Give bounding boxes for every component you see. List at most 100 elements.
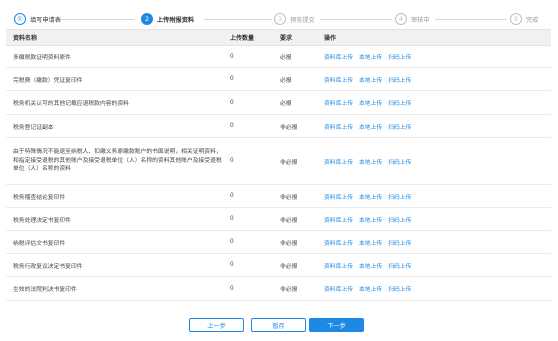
upload-count: 0 bbox=[230, 193, 234, 199]
table-row: 生效的法院判决书复印件 0 非必报 资料库上传 本地上传 扫码上传 bbox=[6, 277, 551, 301]
upload-from-library-link[interactable]: 资料库上传 bbox=[324, 284, 353, 293]
upload-count: 0 bbox=[230, 285, 234, 292]
upload-from-library-link[interactable]: 资料库上传 bbox=[324, 157, 353, 166]
upload-scan-link[interactable]: 扫码上传 bbox=[388, 238, 411, 247]
table-row: 完税费（缴款）凭证复印件 0 必报 资料库上传 本地上传 扫码上传 bbox=[6, 68, 551, 91]
prev-button[interactable]: 上一步 bbox=[189, 318, 244, 332]
requirement: 必报 bbox=[280, 55, 292, 61]
upload-count: 0 bbox=[230, 158, 234, 164]
step-under-review: 4 审核中 bbox=[395, 12, 430, 26]
material-name: 税务稽查结论复印件 bbox=[13, 194, 66, 201]
requirement: 非必报 bbox=[280, 217, 298, 224]
upload-from-library-link[interactable]: 资料库上传 bbox=[324, 261, 353, 270]
save-draft-button[interactable]: 暂存 bbox=[251, 318, 306, 332]
requirement: 非必报 bbox=[280, 287, 298, 293]
upload-from-library-link[interactable]: 资料库上传 bbox=[324, 122, 353, 131]
progress-stepper: ① 填写申请表 2 上传附报资料 3 预览提交 4 审核中 5 完成 bbox=[0, 0, 558, 28]
upload-local-link[interactable]: 本地上传 bbox=[359, 192, 382, 201]
step-label: 上传附报资料 bbox=[157, 16, 195, 24]
operations: 资料库上传 本地上传 扫码上传 bbox=[324, 215, 551, 224]
upload-scan-link[interactable]: 扫码上传 bbox=[388, 122, 411, 131]
upload-local-link[interactable]: 本地上传 bbox=[359, 238, 382, 247]
step-number: 2 bbox=[141, 13, 153, 25]
upload-local-link[interactable]: 本地上传 bbox=[359, 261, 382, 270]
upload-count: 0 bbox=[230, 262, 234, 268]
material-name: 税务处理决定书复印件 bbox=[13, 217, 71, 224]
step-number: 5 bbox=[510, 13, 522, 25]
upload-count: 0 bbox=[230, 76, 234, 82]
upload-scan-link[interactable]: 扫码上传 bbox=[388, 75, 411, 84]
step-number: ① bbox=[14, 13, 26, 25]
upload-local-link[interactable]: 本地上传 bbox=[359, 52, 382, 61]
step-label: 填写申请表 bbox=[30, 16, 61, 24]
step-label: 审核中 bbox=[411, 16, 430, 24]
upload-from-library-link[interactable]: 资料库上传 bbox=[324, 75, 353, 84]
step-fill-application: ① 填写申请表 bbox=[14, 12, 61, 26]
table-row: 税务机关认可的其他记载应退税款内容的资料 0 必报 资料库上传 本地上传 扫码上传 bbox=[6, 91, 551, 115]
material-name: 完税费（缴款）凭证复印件 bbox=[13, 77, 83, 84]
upload-count: 0 bbox=[230, 239, 234, 245]
step-preview-submit: 3 预览提交 bbox=[274, 12, 315, 26]
upload-local-link[interactable]: 本地上传 bbox=[359, 157, 382, 166]
upload-local-link[interactable]: 本地上传 bbox=[359, 215, 382, 224]
table-row: 税务登记证副本 0 非必报 资料库上传 本地上传 扫码上传 bbox=[6, 115, 551, 138]
material-name: 由于特殊情况不能退至纳税人、扣缴义务原缴款账户的书面说明，相关证明资料，和指定接… bbox=[13, 149, 222, 173]
upload-from-library-link[interactable]: 资料库上传 bbox=[324, 238, 353, 247]
upload-count: 0 bbox=[230, 123, 234, 129]
upload-scan-link[interactable]: 扫码上传 bbox=[388, 98, 411, 107]
operations: 资料库上传 本地上传 扫码上传 bbox=[324, 122, 551, 131]
operations: 资料库上传 本地上传 扫码上传 bbox=[324, 284, 551, 293]
upload-local-link[interactable]: 本地上传 bbox=[359, 75, 382, 84]
requirement: 非必报 bbox=[280, 159, 298, 166]
upload-from-library-link[interactable]: 资料库上传 bbox=[324, 192, 353, 201]
upload-count: 0 bbox=[230, 53, 234, 60]
upload-scan-link[interactable]: 扫码上传 bbox=[388, 157, 411, 166]
step-connector bbox=[59, 19, 134, 20]
upload-from-library-link[interactable]: 资料库上传 bbox=[324, 52, 353, 61]
step-number: 3 bbox=[274, 13, 286, 25]
requirement: 非必报 bbox=[280, 194, 298, 201]
step-number: 4 bbox=[395, 13, 407, 25]
upload-scan-link[interactable]: 扫码上传 bbox=[388, 52, 411, 61]
step-complete: 5 完成 bbox=[510, 12, 538, 26]
step-connector bbox=[204, 19, 272, 20]
operations: 资料库上传 本地上传 扫码上传 bbox=[324, 75, 551, 84]
step-label: 完成 bbox=[526, 16, 539, 24]
upload-from-library-link[interactable]: 资料库上传 bbox=[324, 215, 353, 224]
table-row: 税务处理决定书复印件 0 非必报 资料库上传 本地上传 扫码上传 bbox=[6, 208, 551, 231]
upload-scan-link[interactable]: 扫码上传 bbox=[388, 284, 411, 293]
upload-scan-link[interactable]: 扫码上传 bbox=[388, 261, 411, 270]
material-name: 纳税评估文书复印件 bbox=[13, 240, 66, 247]
step-label: 预览提交 bbox=[290, 16, 315, 24]
upload-scan-link[interactable]: 扫码上传 bbox=[388, 215, 411, 224]
materials-table: 资料名称 上传数量 要求 操作 多缴税款证明资料原件 0 必报 资料库上传 本地上传 扫码… bbox=[6, 29, 551, 301]
operations: 资料库上传 本地上传 扫码上传 bbox=[324, 98, 551, 107]
table-row: 税务稽查结论复印件 0 非必报 资料库上传 本地上传 扫码上传 bbox=[6, 185, 551, 208]
operations: 资料库上传 本地上传 扫码上传 bbox=[324, 261, 551, 270]
table-body: 多缴税款证明资料原件 0 必报 资料库上传 本地上传 扫码上传 完税费（缴款）凭证复印件 0 必… bbox=[6, 46, 551, 301]
step-connector bbox=[435, 19, 507, 20]
header-ops: 操作 bbox=[324, 35, 337, 42]
requirement: 非必报 bbox=[280, 124, 298, 131]
header-required: 要求 bbox=[280, 35, 293, 42]
requirement: 必报 bbox=[280, 77, 292, 84]
next-button[interactable]: 下一步 bbox=[309, 318, 364, 332]
requirement: 必报 bbox=[280, 101, 292, 107]
upload-count: 0 bbox=[230, 99, 234, 106]
material-name: 多缴税款证明资料原件 bbox=[13, 55, 71, 61]
step-connector bbox=[320, 19, 392, 20]
upload-local-link[interactable]: 本地上传 bbox=[359, 284, 382, 293]
upload-count: 0 bbox=[230, 216, 234, 222]
table-row: 纳税评估文书复印件 0 非必报 资料库上传 本地上传 扫码上传 bbox=[6, 231, 551, 254]
header-name: 资料名称 bbox=[13, 35, 38, 42]
material-name: 税务机关认可的其他记载应退税款内容的资料 bbox=[13, 101, 129, 107]
table-row: 税务行政复议决定书复印件 0 非必报 资料库上传 本地上传 扫码上传 bbox=[6, 254, 551, 277]
upload-scan-link[interactable]: 扫码上传 bbox=[388, 192, 411, 201]
upload-local-link[interactable]: 本地上传 bbox=[359, 98, 382, 107]
operations: 资料库上传 本地上传 扫码上传 bbox=[324, 157, 551, 166]
header-count: 上传数量 bbox=[230, 35, 255, 42]
upload-from-library-link[interactable]: 资料库上传 bbox=[324, 98, 353, 107]
upload-local-link[interactable]: 本地上传 bbox=[359, 122, 382, 131]
operations: 资料库上传 本地上传 扫码上传 bbox=[324, 192, 551, 201]
material-name: 税务行政复议决定书复印件 bbox=[13, 263, 83, 270]
